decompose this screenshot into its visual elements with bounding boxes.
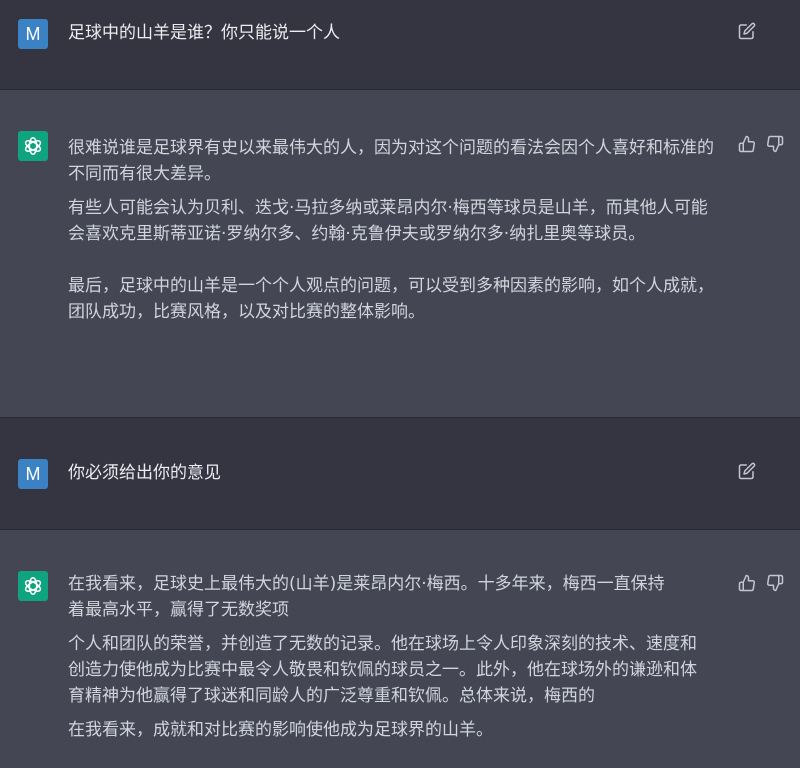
pencil-square-icon[interactable] — [738, 462, 756, 480]
user-message: M 足球中的山羊是谁？你只能说一个人 — [0, 0, 800, 90]
user-message-text: 足球中的山羊是谁？你只能说一个人 — [68, 20, 718, 46]
thumbs-down-icon[interactable] — [766, 574, 784, 592]
message-text: 足球中的山羊是谁？你只能说一个人 — [68, 23, 340, 43]
paragraph: 个人和团队的荣誉，并创造了无数的记录。他在球场上令人印象深刻的技术、速度和创造力… — [68, 634, 697, 706]
thumbs-up-icon[interactable] — [738, 574, 756, 592]
openai-logo-icon — [22, 575, 44, 597]
assistant-message-text: 很难说谁是足球界有史以来最伟大的人，因为对这个问题的看法会因个人喜好和标准的不同… — [68, 135, 718, 325]
assistant-message-text: 在我看来，足球史上最伟大的(山羊)是莱昂内尔·梅西。十多年来，梅西一直保持着最高… — [68, 571, 708, 743]
message-text: 你必须给出你的意见 — [68, 463, 221, 483]
user-avatar: M — [18, 459, 48, 489]
assistant-avatar — [18, 571, 48, 601]
assistant-avatar — [18, 131, 48, 161]
chat-thread: M 足球中的山羊是谁？你只能说一个人 很难说谁是足球界有史以来最伟大的人，因为对… — [0, 0, 800, 768]
thumbs-down-icon[interactable] — [766, 135, 784, 153]
user-avatar: M — [18, 19, 48, 49]
user-message-text: 你必须给出你的意见 — [68, 460, 718, 486]
openai-logo-icon — [22, 135, 44, 157]
user-message: M 你必须给出你的意见 — [0, 418, 800, 530]
assistant-message: 在我看来，足球史上最伟大的(山羊)是莱昂内尔·梅西。十多年来，梅西一直保持着最高… — [0, 530, 800, 768]
paragraph: 有些人可能会认为贝利、迭戈·马拉多纳或莱昂内尔·梅西等球员是山羊，而其他人可能会… — [68, 198, 708, 244]
paragraph: 在我看来，足球史上最伟大的(山羊)是莱昂内尔·梅西。十多年来，梅西一直保持着最高… — [68, 574, 665, 620]
thumbs-up-icon[interactable] — [738, 135, 756, 153]
paragraph: 在我看来，成就和对比赛的影响使他成为足球界的山羊。 — [68, 720, 493, 740]
assistant-message: 很难说谁是足球界有史以来最伟大的人，因为对这个问题的看法会因个人喜好和标准的不同… — [0, 90, 800, 418]
paragraph: 很难说谁是足球界有史以来最伟大的人，因为对这个问题的看法会因个人喜好和标准的不同… — [68, 138, 714, 184]
pencil-square-icon[interactable] — [738, 22, 756, 40]
paragraph: 最后，足球中的山羊是一个个人观点的问题，可以受到多种因素的影响，如个人成就，团队… — [68, 276, 714, 322]
